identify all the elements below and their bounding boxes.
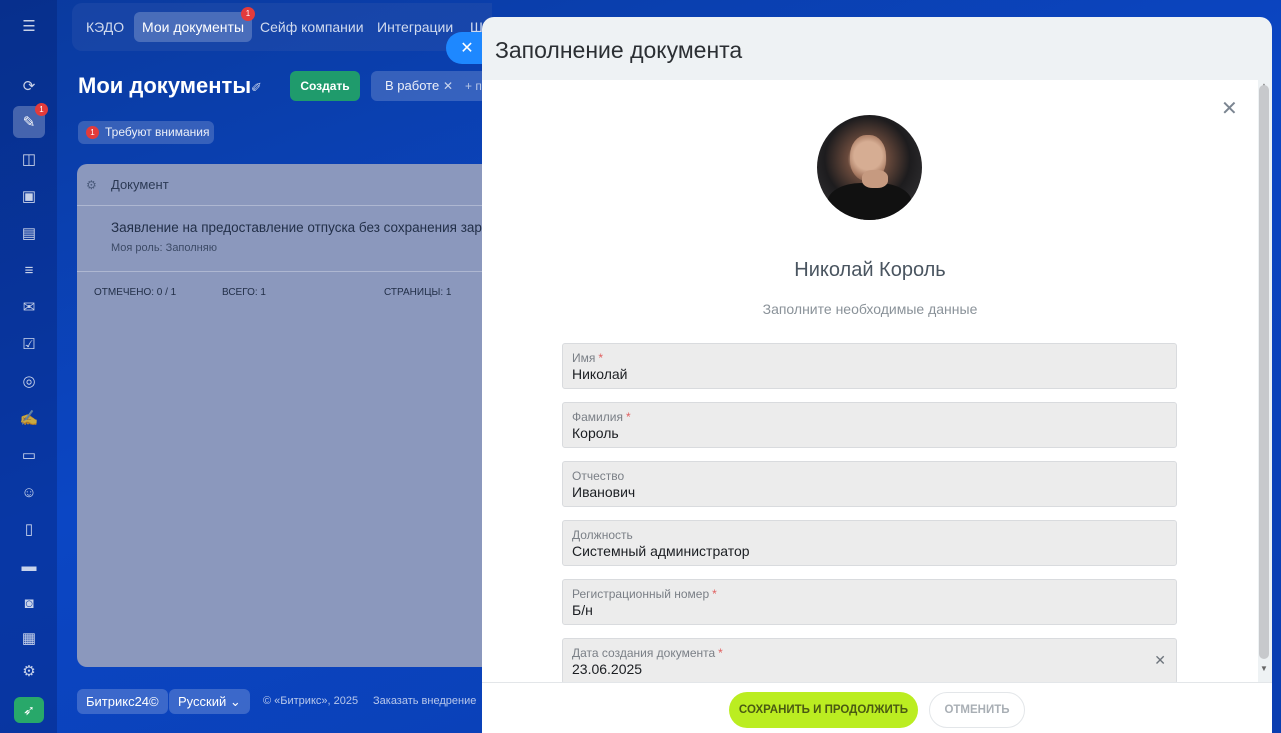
filter-add[interactable]: + п [465,71,482,101]
language-value: Русский [178,694,227,709]
user-name: Николай Король [794,259,946,281]
tab-company-safe[interactable]: Сейф компании [252,12,372,42]
field-value[interactable]: Король [572,425,619,441]
field-label-text: Отчество [572,469,625,483]
attention-count: 1 [86,126,99,139]
scroll-down-icon[interactable]: ▼ [1260,664,1268,673]
document-date-field[interactable]: Дата создания документа * 23.06.2025 ✕ [562,638,1177,684]
field-label: Регистрационный номер * [572,587,717,601]
required-mark: * [598,351,604,365]
tab-kedo[interactable]: КЭДО [78,12,132,42]
field-label: Должность [572,528,633,542]
storage-icon[interactable]: ▬ [17,554,41,578]
page-title: Мои документы [78,73,252,98]
tab-my-documents[interactable]: Мои документы 1 [134,7,256,42]
file-icon[interactable]: ▯ [17,517,41,541]
pulse-icon[interactable]: ⟳ [17,74,41,98]
document-title[interactable]: Заявление на предоставление отпуска без … [111,220,482,235]
tab-integrations[interactable]: Интеграции [369,12,461,42]
required-mark: * [625,410,631,424]
tab-my-documents-label: Мои документы [142,19,245,35]
drive-icon[interactable]: ▣ [17,184,41,208]
grid-settings-icon[interactable]: ⚙ [86,164,97,206]
field-label-text: Должность [572,528,633,542]
documents-badge: 1 [35,103,48,116]
tasks-icon[interactable]: ▤ [17,221,41,245]
field-label: Отчество [572,469,624,483]
left-rail: ☰ ⟳ ✎ 1 ◫ ▣ ▤ ≡ ✉ ☑ ◎ ✍ ▭ ☺ ▯ ▬ ◙ ▦ ⚙ ➶ [0,0,57,733]
field-label: Фамилия * [572,410,631,424]
goals-icon[interactable]: ◎ [17,369,41,393]
card-icon[interactable]: ▭ [17,443,41,467]
required-mark: * [718,646,723,660]
registration-number-field[interactable]: Регистрационный номер * Б/н [562,579,1177,625]
avatar [817,115,922,220]
patronymic-field[interactable]: Отчество Иванович [562,461,1177,507]
marked-count: ОТМЕЧЕНО: 0 / 1 [94,287,177,298]
total-count: ВСЕГО: 1 [222,287,266,298]
avatar-shirt [827,183,912,220]
field-label: Имя * [572,351,603,365]
grid-header: ⚙ Документ [77,164,482,206]
slider-footer: Сохранить и продолжить Отменить [482,682,1272,733]
slider-close-icon[interactable]: ✕ [446,32,484,64]
filter-icon[interactable]: ≡ [17,258,41,282]
clear-icon[interactable]: ✕ [1154,652,1166,669]
slider-content: ✕ Николай Король Заполните необходимые д… [482,80,1258,684]
field-label: Дата создания документа * [572,646,723,660]
filter-remove-icon[interactable]: ✕ [443,71,453,101]
pin-icon[interactable]: ✐ [251,80,262,96]
attention-label: Требуют внимания [105,125,210,139]
documents-icon[interactable]: ✎ 1 [13,103,48,138]
slider-title: Заполнение документа [495,37,743,63]
document-fill-slider: Заполнение документа ✕ Николай Король За… [482,17,1272,733]
robot-icon[interactable]: ◙ [17,591,41,615]
calendar-icon[interactable]: ▦ [17,626,41,650]
field-value[interactable]: Системный администратор [572,543,750,559]
copyright: © «Битрикс», 2025 [263,695,359,707]
brand-link[interactable]: Битрикс24© [77,689,168,714]
save-continue-button[interactable]: Сохранить и продолжить [729,692,918,728]
top-nav: КЭДО Мои документы 1 Сейф компании Интегр… [72,3,492,51]
cancel-button[interactable]: Отменить [929,692,1025,728]
check-icon[interactable]: ☑ [17,332,41,356]
sign-icon[interactable]: ✍ [17,406,41,430]
field-label-text: Фамилия [572,410,623,424]
documents-grid: ⚙ Документ Заявление на предоставление о… [77,164,482,667]
field-value[interactable]: Иванович [572,484,635,500]
close-icon[interactable]: ✕ [1221,96,1238,121]
field-label-text: Дата создания документа [572,646,716,660]
rocket-icon[interactable]: ➶ [14,697,44,723]
scrollbar[interactable] [1259,85,1269,659]
settings-icon[interactable]: ⚙ [17,659,41,683]
document-role: Моя роль: Заполняю [111,242,217,254]
field-label-text: Имя [572,351,596,365]
grid-footer: ОТМЕЧЕНО: 0 / 1 ВСЕГО: 1 СТРАНИЦЫ: 1 [77,272,482,312]
field-label-text: Регистрационный номер [572,587,710,601]
attention-filter[interactable]: 1 Требуют внимания [78,121,214,144]
order-link[interactable]: Заказать внедрение [373,695,476,707]
language-select[interactable]: Русский ⌄ [169,689,250,714]
required-mark: * [712,587,717,601]
pages-count: СТРАНИЦЫ: 1 [384,287,452,298]
avatar-hand [862,170,888,188]
mail-icon[interactable]: ✉ [17,295,41,319]
team-icon[interactable]: ☺ [17,480,41,504]
menu-icon[interactable]: ☰ [17,14,41,38]
filter-field[interactable]: В работе ✕ + п [371,71,482,101]
filter-label: В работе [385,78,440,93]
first-name-field[interactable]: Имя * Николай [562,343,1177,389]
last-name-field[interactable]: Фамилия * Король [562,402,1177,448]
chevron-down-icon: ⌄ [229,694,241,709]
field-value[interactable]: 23.06.2025 [572,661,642,677]
form-hint: Заполните необходимые данные [762,301,978,317]
table-row[interactable]: Заявление на предоставление отпуска без … [77,206,482,272]
position-field[interactable]: Должность Системный администратор [562,520,1177,566]
field-value[interactable]: Николай [572,366,627,382]
column-document[interactable]: Документ [111,177,169,192]
create-button[interactable]: Создать [290,71,360,101]
field-value[interactable]: Б/н [572,602,593,618]
chat-icon[interactable]: ◫ [17,147,41,171]
